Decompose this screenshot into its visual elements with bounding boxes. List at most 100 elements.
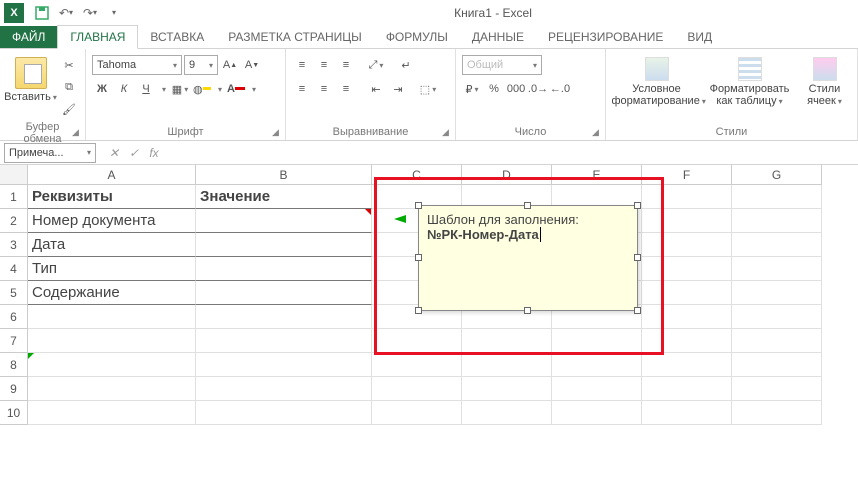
cell[interactable] <box>196 305 372 329</box>
number-launcher-icon[interactable]: ◢ <box>591 126 603 138</box>
fill-color-icon[interactable]: ◍ <box>192 79 212 99</box>
tab-data[interactable]: ДАННЫЕ <box>460 26 536 48</box>
row-header[interactable]: 10 <box>0 401 28 425</box>
align-left-icon[interactable]: ≡ <box>292 79 312 99</box>
cell[interactable] <box>28 353 196 377</box>
borders-icon[interactable]: ▦ <box>170 79 190 99</box>
merge-icon[interactable]: ⬚ <box>418 79 438 99</box>
cell[interactable] <box>28 329 196 353</box>
indent-decrease-icon[interactable]: ⇤ <box>366 79 386 99</box>
tab-review[interactable]: РЕЦЕНЗИРОВАНИЕ <box>536 26 675 48</box>
cell[interactable] <box>462 377 552 401</box>
indent-increase-icon[interactable]: ⇥ <box>388 79 408 99</box>
cut-icon[interactable]: ✂ <box>59 55 79 75</box>
conditional-formatting-button[interactable]: Условное форматирование <box>612 55 701 109</box>
row-header[interactable]: 5 <box>0 281 28 305</box>
cell[interactable] <box>552 401 642 425</box>
comma-icon[interactable]: 000 <box>506 79 526 99</box>
underline-menu-icon[interactable] <box>158 79 168 99</box>
cell[interactable] <box>196 401 372 425</box>
tab-page-layout[interactable]: РАЗМЕТКА СТРАНИЦЫ <box>216 26 374 48</box>
resize-handle[interactable] <box>634 202 641 209</box>
row-header[interactable]: 2 <box>0 209 28 233</box>
currency-icon[interactable]: ₽ <box>462 79 482 99</box>
clipboard-launcher-icon[interactable]: ◢ <box>71 126 83 138</box>
cell-b3[interactable] <box>196 233 372 257</box>
cell[interactable] <box>372 353 462 377</box>
col-header[interactable]: B <box>196 165 372 185</box>
font-name-combo[interactable]: Tahoma▾ <box>92 55 182 75</box>
cell[interactable] <box>732 401 822 425</box>
cell[interactable] <box>462 401 552 425</box>
cell-styles-button[interactable]: Стили ячеек <box>798 55 851 109</box>
row-header[interactable]: 6 <box>0 305 28 329</box>
format-painter-icon[interactable]: 🖌 <box>59 99 79 119</box>
resize-handle[interactable] <box>415 254 422 261</box>
cell-b2[interactable] <box>196 209 372 233</box>
resize-handle[interactable] <box>524 202 531 209</box>
tab-view[interactable]: ВИД <box>675 26 724 48</box>
copy-icon[interactable]: ⧉ <box>59 77 79 97</box>
number-format-combo[interactable]: Общий▾ <box>462 55 542 75</box>
align-right-icon[interactable]: ≡ <box>336 79 356 99</box>
cell[interactable] <box>732 305 822 329</box>
spreadsheet-grid[interactable]: A B C D E F G 1 Реквизиты Значение 2 Ном… <box>0 165 858 425</box>
cell-b5[interactable] <box>196 281 372 305</box>
align-top-icon[interactable]: ≡ <box>292 55 312 75</box>
row-header[interactable]: 4 <box>0 257 28 281</box>
cell[interactable] <box>732 353 822 377</box>
wrap-text-icon[interactable]: ↵ <box>396 55 416 75</box>
redo-icon[interactable]: ↷▾ <box>82 5 98 21</box>
cell[interactable] <box>28 305 196 329</box>
cell-a5[interactable]: Содержание <box>28 281 196 305</box>
align-center-icon[interactable]: ≡ <box>314 79 334 99</box>
bold-button[interactable]: Ж <box>92 79 112 99</box>
row-header[interactable]: 7 <box>0 329 28 353</box>
cell[interactable] <box>732 233 822 257</box>
col-header[interactable]: A <box>28 165 196 185</box>
undo-icon[interactable]: ↶▾ <box>58 5 74 21</box>
paste-button[interactable]: Вставить <box>6 55 55 105</box>
font-size-combo[interactable]: 9▾ <box>184 55 218 75</box>
resize-handle[interactable] <box>524 307 531 314</box>
cell-a4[interactable]: Тип <box>28 257 196 281</box>
percent-icon[interactable]: % <box>484 79 504 99</box>
cell[interactable] <box>642 377 732 401</box>
align-middle-icon[interactable]: ≡ <box>314 55 334 75</box>
cell[interactable] <box>196 353 372 377</box>
cell[interactable] <box>642 353 732 377</box>
cell[interactable] <box>732 377 822 401</box>
cell[interactable] <box>462 353 552 377</box>
cell[interactable] <box>732 185 822 209</box>
save-icon[interactable] <box>34 5 50 21</box>
alignment-launcher-icon[interactable]: ◢ <box>441 126 453 138</box>
cell[interactable] <box>732 209 822 233</box>
grow-font-icon[interactable]: A▲ <box>220 55 240 75</box>
cell[interactable] <box>196 377 372 401</box>
cell-b4[interactable] <box>196 257 372 281</box>
row-header[interactable]: 8 <box>0 353 28 377</box>
tab-formulas[interactable]: ФОРМУЛЫ <box>374 26 460 48</box>
cell-b1[interactable]: Значение <box>196 185 372 209</box>
cell[interactable] <box>28 377 196 401</box>
orientation-icon[interactable]: ⤢ <box>366 55 386 75</box>
font-color-icon[interactable]: A <box>226 79 246 99</box>
italic-button[interactable]: К <box>114 79 134 99</box>
fill-color-menu[interactable] <box>214 79 224 99</box>
enter-icon[interactable]: ✓ <box>126 146 142 160</box>
cell[interactable] <box>372 401 462 425</box>
font-color-menu[interactable] <box>248 79 258 99</box>
tab-file[interactable]: ФАЙЛ <box>0 26 57 48</box>
cell-a2[interactable]: Номер документа <box>28 209 196 233</box>
tab-home[interactable]: ГЛАВНАЯ <box>57 25 138 49</box>
cell[interactable] <box>552 377 642 401</box>
increase-decimal-icon[interactable]: .0→ <box>528 79 548 99</box>
resize-handle[interactable] <box>415 307 422 314</box>
cell-a3[interactable]: Дата <box>28 233 196 257</box>
font-launcher-icon[interactable]: ◢ <box>271 126 283 138</box>
resize-handle[interactable] <box>415 202 422 209</box>
col-header[interactable]: G <box>732 165 822 185</box>
cell[interactable] <box>552 353 642 377</box>
shrink-font-icon[interactable]: A▼ <box>242 55 262 75</box>
cancel-icon[interactable]: ✕ <box>106 146 122 160</box>
